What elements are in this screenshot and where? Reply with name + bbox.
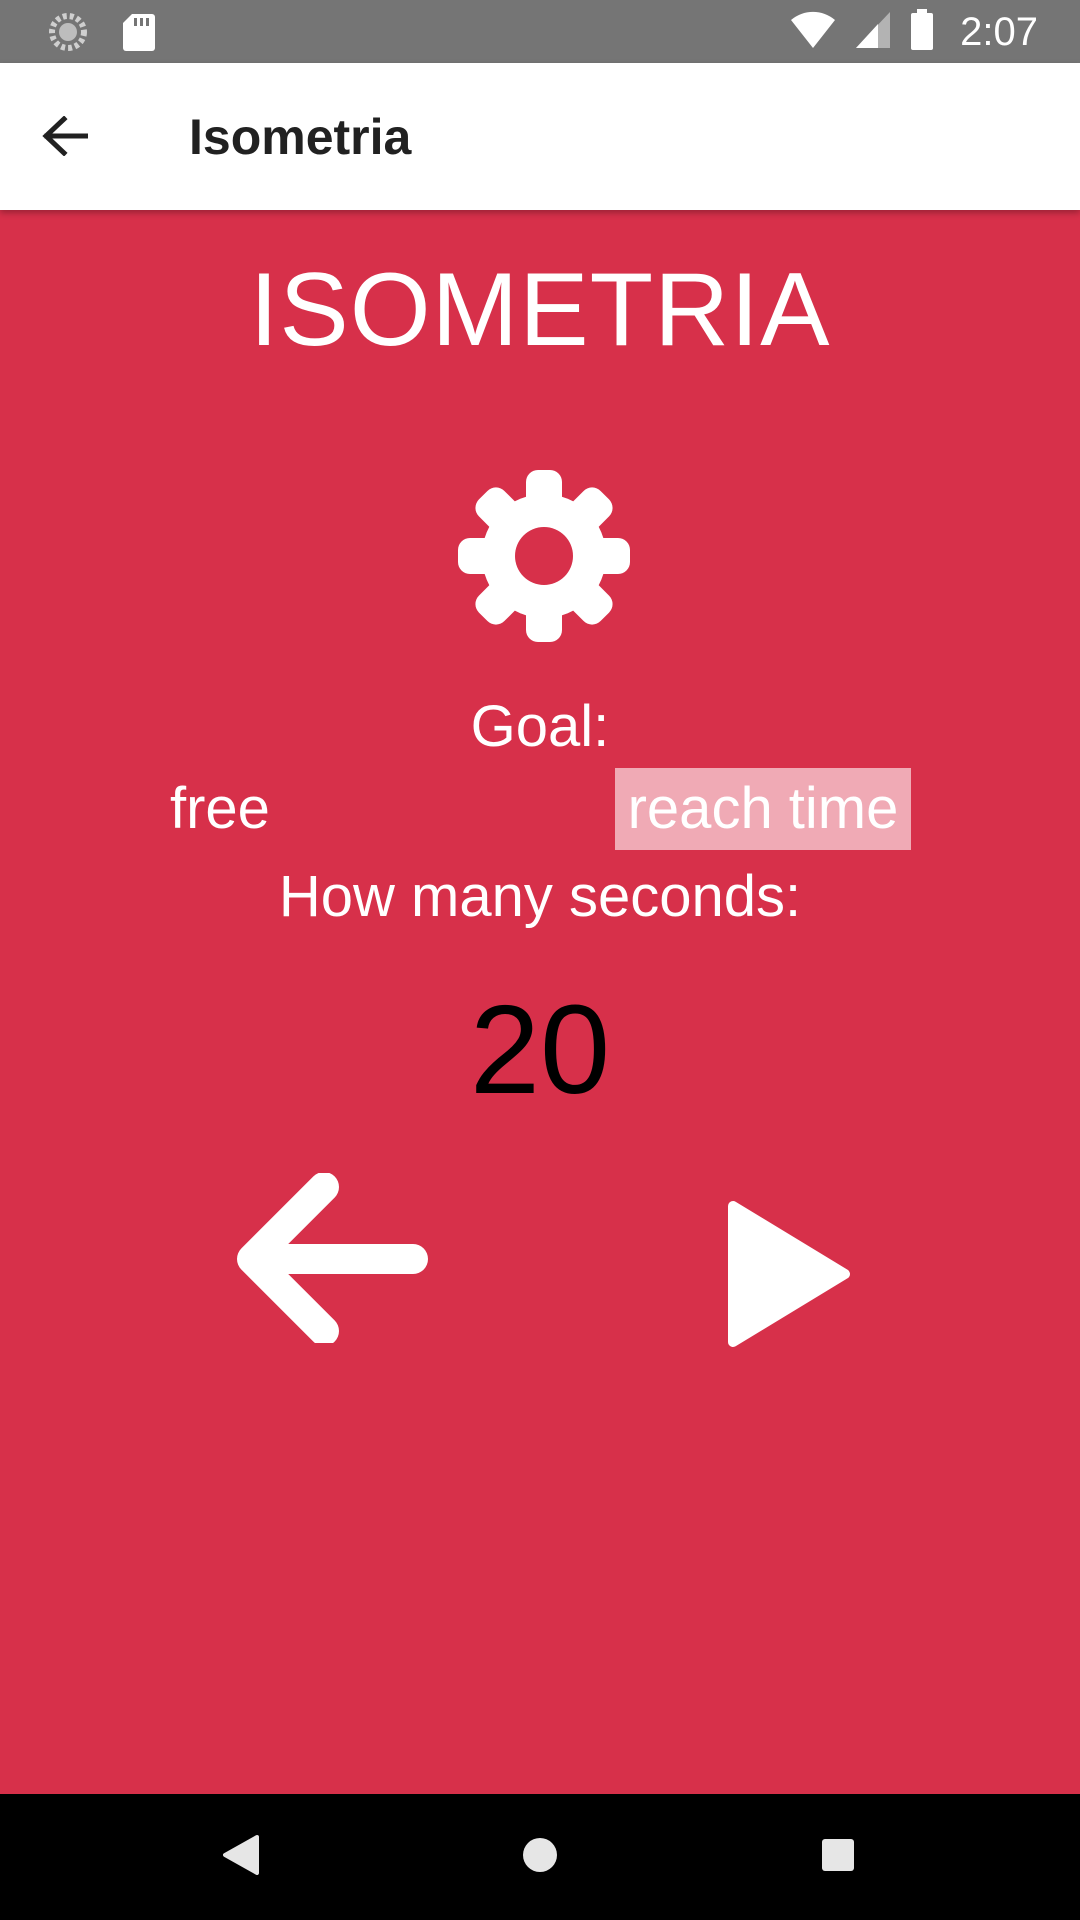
arrow-back-icon <box>42 114 89 161</box>
nav-home-icon <box>520 1835 560 1880</box>
status-time: 2:07 <box>960 10 1038 54</box>
play-button[interactable] <box>716 1196 856 1356</box>
settings-button[interactable] <box>456 468 632 649</box>
sd-card-icon <box>122 12 156 57</box>
page-title: ISOMETRIA <box>249 252 831 368</box>
sync-icon <box>48 12 88 57</box>
goal-option-free[interactable]: free <box>168 768 272 850</box>
gear-icon <box>456 468 632 649</box>
app-bar: Isometria <box>0 63 1080 210</box>
play-icon <box>721 1198 851 1355</box>
navigation-bar <box>0 1794 1080 1920</box>
goal-option-reach-time[interactable]: reach time <box>615 768 911 850</box>
nav-back-button[interactable] <box>206 1822 276 1892</box>
screen: 2:07 Isometria ISOMETRIA Goal: free reac… <box>0 0 1080 1920</box>
seconds-label: How many seconds: <box>278 864 802 929</box>
nav-recents-button[interactable] <box>803 1822 873 1892</box>
toolbar-back-button[interactable] <box>30 103 100 173</box>
battery-icon <box>910 8 934 56</box>
nav-home-button[interactable] <box>505 1822 575 1892</box>
app-bar-title: Isometria <box>189 109 412 165</box>
nav-recents-icon <box>820 1837 856 1878</box>
status-bar-right: 2:07 <box>790 6 1038 58</box>
arrow-left-icon <box>230 1171 430 1348</box>
wifi-icon <box>790 10 836 55</box>
cell-signal-icon <box>854 10 892 55</box>
seconds-value[interactable]: 20 <box>0 985 1080 1115</box>
nav-back-icon <box>221 1833 261 1882</box>
status-bar: 2:07 <box>0 0 1080 63</box>
status-bar-left <box>48 12 156 57</box>
goal-label: Goal: <box>470 694 610 759</box>
previous-button[interactable] <box>230 1171 430 1348</box>
